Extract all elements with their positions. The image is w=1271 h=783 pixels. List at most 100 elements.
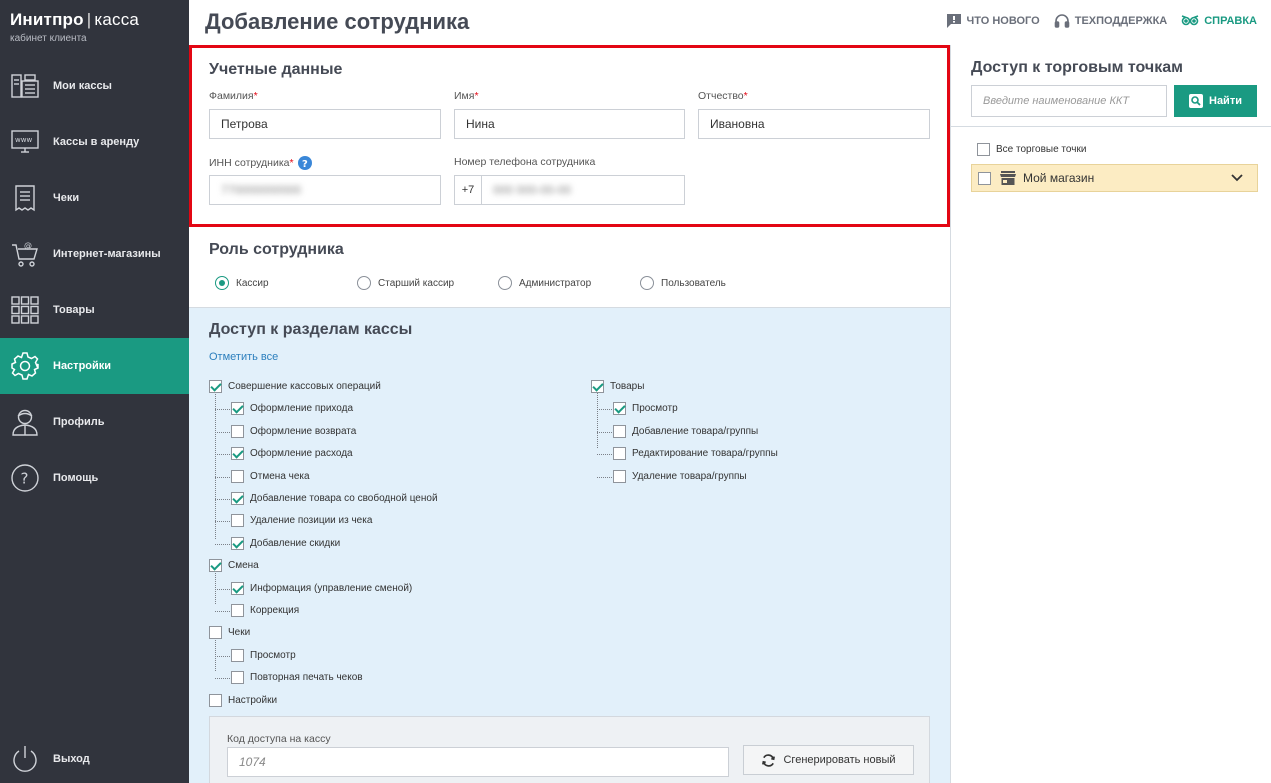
owl-icon <box>1181 15 1199 26</box>
role-panel: Роль сотрудника Кассир Старший кассир Ад… <box>189 227 950 308</box>
checkbox-label: Товары <box>610 381 645 392</box>
logo[interactable]: Инитпро | касса кабинет клиента <box>10 10 139 44</box>
radio-circle <box>640 276 654 290</box>
radio-circle <box>357 276 371 290</box>
receipt-icon <box>15 185 35 212</box>
sidebar-item-label: Профиль <box>53 416 105 428</box>
role-radio-user[interactable]: Пользователь <box>640 276 726 290</box>
svg-text:@: @ <box>24 241 32 250</box>
logo-brand: Инитпро <box>10 10 84 29</box>
sidebar-item-label: Товары <box>53 304 95 316</box>
svg-text:?: ? <box>21 470 29 488</box>
chat-bubble-icon <box>946 14 961 28</box>
sidebar-item-my-registers[interactable]: Мои кассы <box>0 58 189 114</box>
access-checkbox[interactable]: Совершение кассовых операций <box>209 380 381 393</box>
sidebar-item-settings[interactable]: Настройки <box>0 338 189 394</box>
checkbox-label: Чеки <box>228 627 251 639</box>
logout-button[interactable]: Выход <box>0 731 189 783</box>
credentials-panel: Учетные данные Фамилия* Петрова Имя* Нин… <box>189 45 950 227</box>
checkbox-label: Информация (управление сменой) <box>250 582 413 594</box>
mark-all-link[interactable]: Отметить все <box>209 351 278 363</box>
generate-code-button[interactable]: Сгенерировать новый <box>743 745 914 775</box>
middlename-input[interactable]: Ивановна <box>698 109 930 139</box>
sidebar-item-profile[interactable]: Профиль <box>0 394 189 450</box>
sidebar-item-help[interactable]: ? Помощь <box>0 450 189 506</box>
gear-icon <box>11 352 39 380</box>
role-radio-senior-cashier[interactable]: Старший кассир <box>357 276 454 290</box>
access-checkbox[interactable]: Повторная печать чеков <box>231 671 363 685</box>
access-checkbox[interactable]: Добавление товара/группы <box>613 424 758 438</box>
page-title: Добавление сотрудника <box>205 9 470 34</box>
inn-input[interactable]: 770000000000 <box>209 175 441 205</box>
access-checkbox[interactable]: Чеки <box>209 626 251 640</box>
access-checkbox[interactable]: Просмотр <box>613 402 678 416</box>
info-question-icon[interactable]: ? <box>297 156 312 170</box>
access-checkbox[interactable]: Смена <box>209 559 259 573</box>
headset-icon <box>1054 14 1070 28</box>
checkbox-label: Смена <box>228 560 259 572</box>
access-checkbox[interactable]: Оформление возврата <box>231 424 356 438</box>
tree-branch <box>597 454 612 456</box>
user-icon <box>12 409 38 436</box>
phone-prefix: +7 <box>455 176 482 204</box>
tree-line <box>215 634 216 671</box>
access-checkbox[interactable]: Удаление позиции из чека <box>231 514 372 528</box>
whats-new-label: ЧТО НОВОГО <box>966 15 1040 27</box>
tree-branch <box>215 521 230 523</box>
access-checkbox[interactable]: Редактирование товара/группы <box>613 447 778 461</box>
access-checkbox[interactable]: Добавление скидки <box>231 536 341 550</box>
sidebar-item-online-shops[interactable]: @ Интернет-магазины <box>0 226 189 282</box>
tree-branch <box>597 409 612 411</box>
checkbox-box <box>613 402 626 416</box>
tree-branch <box>215 409 230 411</box>
outlets-panel: Доступ к торговым точкам Введите наимено… <box>950 45 1271 783</box>
checkbox-box <box>231 424 244 438</box>
support-label: ТЕХПОДДЕРЖКА <box>1074 15 1168 27</box>
tree-branch <box>215 611 230 612</box>
access-checkbox[interactable]: Добавление товара со свободной ценой <box>231 492 438 505</box>
checkbox-box <box>613 447 626 461</box>
power-icon <box>13 746 37 772</box>
help-link[interactable]: СПРАВКА <box>1181 13 1257 29</box>
sidebar-item-receipts[interactable]: Чеки <box>0 170 189 226</box>
checkbox-box <box>231 671 244 685</box>
access-checkbox[interactable]: Коррекция <box>231 604 299 617</box>
checkbox-label: Добавление товара со свободной ценой <box>250 493 438 504</box>
main-content: Учетные данные Фамилия* Петрова Имя* Нин… <box>189 45 950 783</box>
phone-input[interactable]: +7 000 000-00-00 <box>454 175 685 205</box>
access-checkbox[interactable]: Настройки <box>209 693 277 707</box>
access-checkbox[interactable]: Просмотр <box>231 648 296 662</box>
role-radio-administrator[interactable]: Администратор <box>498 276 591 290</box>
checkbox-label: Добавление скидки <box>250 537 341 549</box>
all-outlets-checkbox[interactable]: Все торговые точки <box>977 143 1086 156</box>
find-button[interactable]: Найти <box>1174 85 1257 117</box>
access-checkbox[interactable]: Оформление расхода <box>231 447 353 461</box>
sidebar-item-rent-registers[interactable]: www Кассы в аренду <box>0 114 189 170</box>
chevron-down-icon[interactable] <box>1231 174 1243 182</box>
access-checkbox[interactable]: Отмена чека <box>231 469 310 483</box>
inn-value: 770000000000 <box>221 183 302 197</box>
role-radio-cashier[interactable]: Кассир <box>215 276 269 290</box>
sidebar-item-goods[interactable]: Товары <box>0 282 189 338</box>
kkt-search-input[interactable]: Введите наименование ККТ <box>971 85 1167 117</box>
access-checkbox[interactable]: Товары <box>591 380 644 393</box>
store-icon <box>1000 171 1016 185</box>
access-checkbox[interactable]: Оформление прихода <box>231 402 353 416</box>
firstname-input[interactable]: Нина <box>454 109 685 139</box>
access-code-input[interactable]: 1074 <box>227 747 729 777</box>
sidebar-item-label: Мои кассы <box>53 80 112 92</box>
help-label: СПРАВКА <box>1204 15 1257 27</box>
tree-branch <box>597 431 612 433</box>
shop-row[interactable]: Мой магазин <box>971 164 1258 192</box>
whats-new-link[interactable]: ЧТО НОВОГО <box>946 13 1040 29</box>
support-link[interactable]: ТЕХПОДДЕРЖКА <box>1054 13 1168 29</box>
checkbox-label: Просмотр <box>250 649 296 661</box>
access-checkbox[interactable]: Информация (управление сменой) <box>231 581 413 595</box>
tree-line <box>215 567 216 604</box>
tree-branch <box>215 655 230 657</box>
access-checkbox[interactable]: Удаление товара/группы <box>613 469 747 483</box>
header: Добавление сотрудника ЧТО НОВОГО ТЕХПОДД… <box>189 0 1271 45</box>
search-icon <box>1189 94 1203 108</box>
shop-checkbox[interactable] <box>978 171 991 185</box>
lastname-input[interactable]: Петрова <box>209 109 441 139</box>
